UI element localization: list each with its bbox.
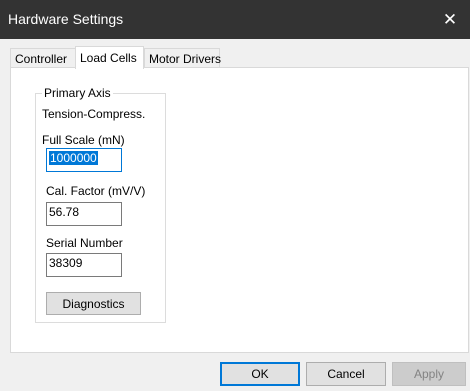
serial-number-input[interactable]: 38309 [46,253,122,277]
ok-button[interactable]: OK [220,362,300,386]
group-title: Primary Axis [42,86,113,100]
diagnostics-button[interactable]: Diagnostics [46,292,141,315]
window-title: Hardware Settings [8,11,124,27]
full-scale-label: Full Scale (mN) [42,133,125,147]
cal-factor-value: 56.78 [49,205,80,219]
cancel-button[interactable]: Cancel [306,362,386,386]
title-bar: Hardware Settings ✕ [0,0,470,39]
close-icon[interactable]: ✕ [430,0,470,39]
full-scale-value: 1000000 [49,151,98,165]
full-scale-input[interactable]: 1000000 [46,148,122,172]
serial-number-label: Serial Number [46,236,123,250]
tab-load-cells[interactable]: Load Cells [75,46,144,69]
mode-label: Tension-Compress. [42,107,146,121]
cal-factor-label: Cal. Factor (mV/V) [46,184,146,198]
tab-controller[interactable]: Controller [10,48,76,68]
tab-motor-drivers[interactable]: Motor Drivers [144,48,221,68]
apply-button[interactable]: Apply [392,362,466,386]
serial-number-value: 38309 [49,256,83,270]
cal-factor-input[interactable]: 56.78 [46,202,122,226]
